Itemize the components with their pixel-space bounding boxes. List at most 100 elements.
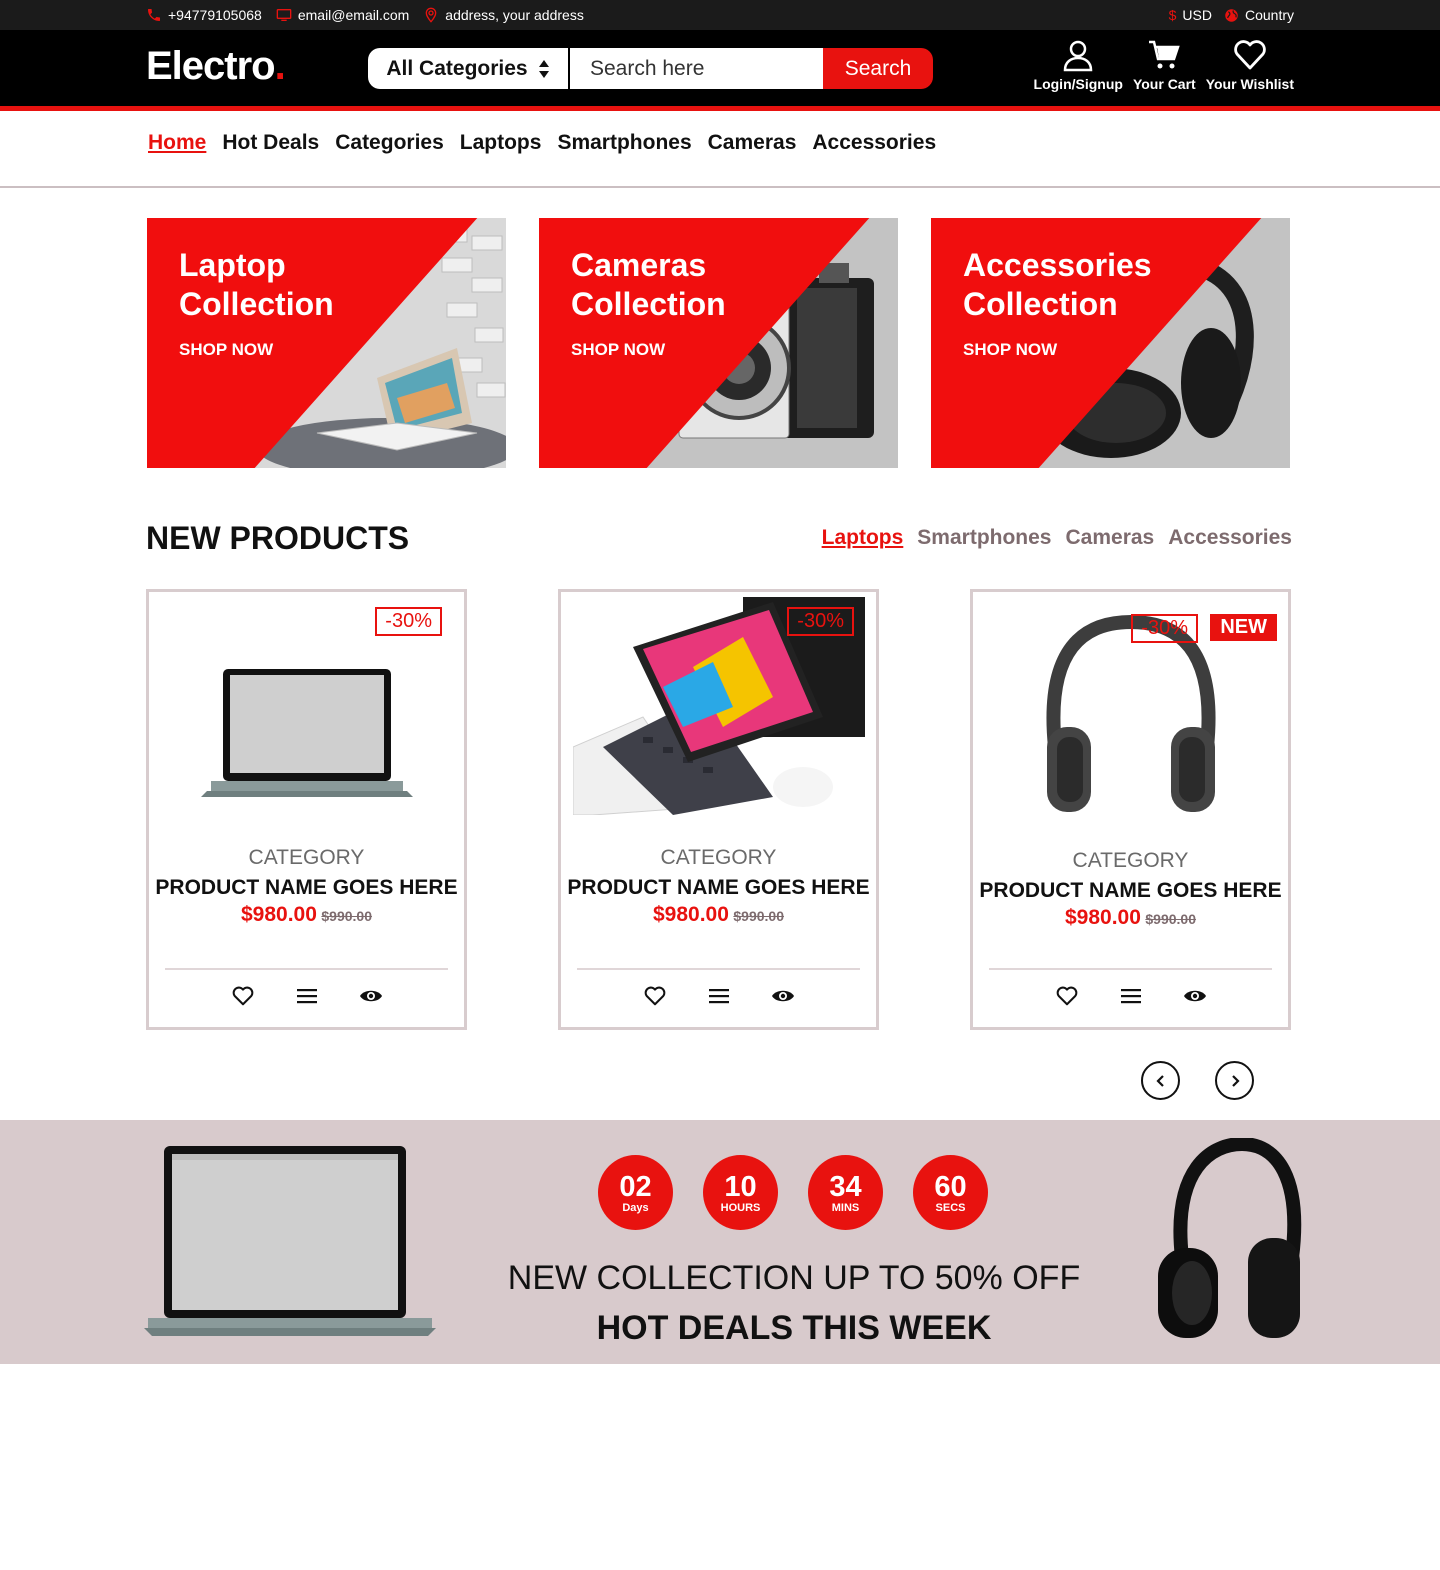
email-text: email@email.com <box>297 7 410 23</box>
header-accent-line <box>0 106 1440 111</box>
wishlist-button[interactable]: Your Wishlist <box>1206 38 1294 92</box>
product-card[interactable]: -30% CATEGORY PRODUCT NAME GOES HERE $98… <box>558 589 879 1030</box>
current-price: $980.00 <box>1065 906 1141 929</box>
header: Electro. All Categories Search Login/Sig… <box>0 30 1440 106</box>
discount-badge: -30% <box>375 607 442 636</box>
shop-now-link[interactable]: SHOP NOW <box>179 340 273 360</box>
product-card[interactable]: -30% NEW CATEGORY PRODUCT NAME GOES HERE… <box>970 589 1291 1030</box>
product-name[interactable]: PRODUCT NAME GOES HERE <box>149 876 464 900</box>
phone-text: +94779105068 <box>168 7 262 23</box>
main-nav: Home Hot Deals Categories Laptops Smartp… <box>148 131 936 155</box>
countdown-secs: 60 SECS <box>913 1155 988 1230</box>
countdown-unit: SECS <box>935 1201 966 1214</box>
header-actions: Login/Signup Your Cart Your Wishlist <box>1034 38 1294 92</box>
phone-info[interactable]: +94779105068 <box>146 7 262 23</box>
banner-title: Accessories Collection <box>963 246 1152 324</box>
old-price: $990.00 <box>733 908 784 924</box>
prev-button[interactable] <box>1141 1061 1180 1100</box>
countdown-value: 34 <box>829 1170 862 1203</box>
discount-badge: -30% <box>787 607 854 636</box>
banner-title-line1: Accessories <box>963 247 1152 283</box>
nav-cameras[interactable]: Cameras <box>708 131 797 155</box>
product-name[interactable]: PRODUCT NAME GOES HERE <box>561 876 876 900</box>
nav-accessories[interactable]: Accessories <box>812 131 936 155</box>
compare-icon[interactable] <box>707 984 731 1008</box>
shop-now-link[interactable]: SHOP NOW <box>963 340 1057 360</box>
banner-cameras-collection[interactable]: Cameras Collection SHOP NOW <box>539 218 898 468</box>
search-button[interactable]: Search <box>823 48 933 89</box>
top-bar: +94779105068 email@email.com address, yo… <box>0 0 1440 30</box>
heart-icon[interactable] <box>231 984 255 1008</box>
shop-now-link[interactable]: SHOP NOW <box>571 340 665 360</box>
card-actions <box>973 984 1288 1008</box>
search-bar: All Categories Search <box>368 48 933 89</box>
tab-laptops[interactable]: Laptops <box>822 526 904 550</box>
countdown-unit: Days <box>622 1201 649 1214</box>
globe-icon <box>1225 8 1238 22</box>
nav-categories[interactable]: Categories <box>335 131 444 155</box>
current-price: $980.00 <box>653 903 729 926</box>
tab-cameras[interactable]: Cameras <box>1066 526 1155 550</box>
countdown-hours: 10 HOURS <box>703 1155 778 1230</box>
login-button[interactable]: Login/Signup <box>1034 38 1123 92</box>
chevron-left-icon <box>1155 1074 1164 1087</box>
heart-icon[interactable] <box>643 984 667 1008</box>
headphones-image <box>1158 1138 1302 1338</box>
countdown-value: 02 <box>619 1170 652 1203</box>
banner-title-line2: Collection <box>963 286 1118 322</box>
address-info[interactable]: address, your address <box>423 7 584 23</box>
cart-button[interactable]: Your Cart <box>1133 38 1196 92</box>
product-category: CATEGORY <box>1072 849 1189 872</box>
tab-accessories[interactable]: Accessories <box>1168 526 1292 550</box>
countdown-unit: HOURS <box>720 1201 761 1214</box>
product-category: CATEGORY <box>660 846 777 869</box>
user-icon <box>1063 40 1093 72</box>
eye-icon[interactable] <box>771 984 795 1008</box>
product-card[interactable]: -30% CATEGORY PRODUCT NAME GOES HERE $98… <box>146 589 467 1030</box>
search-input[interactable] <box>570 48 823 89</box>
nav-home[interactable]: Home <box>148 131 206 155</box>
nav-hot-deals[interactable]: Hot Deals <box>222 131 319 155</box>
card-actions <box>149 984 464 1008</box>
product-name[interactable]: PRODUCT NAME GOES HERE <box>973 879 1288 903</box>
card-divider <box>165 968 448 970</box>
banner-accessories-collection[interactable]: Accessories Collection SHOP NOW <box>931 218 1290 468</box>
cart-icon <box>1149 40 1181 69</box>
banner-title-line2: Collection <box>571 286 726 322</box>
countdown-mins: 34 MINS <box>808 1155 883 1230</box>
card-divider <box>989 968 1272 970</box>
category-select-label: All Categories <box>386 56 528 80</box>
product-tabs: Laptops Smartphones Cameras Accessories <box>822 526 1292 550</box>
logo-text: Electro <box>146 44 276 88</box>
next-button[interactable] <box>1215 1061 1254 1100</box>
countdown-value: 10 <box>724 1170 757 1203</box>
eye-icon[interactable] <box>1183 984 1207 1008</box>
compare-icon[interactable] <box>295 984 319 1008</box>
email-info[interactable]: email@email.com <box>276 7 409 23</box>
product-price: $980.00 $990.00 <box>973 906 1288 930</box>
banner-laptop-collection[interactable]: Laptop Collection SHOP NOW <box>147 218 506 468</box>
banner-title: Laptop Collection <box>179 246 334 324</box>
product-category: CATEGORY <box>248 846 365 869</box>
hot-deals-section: 02 Days 10 HOURS 34 MINS 60 SECS NEW COLLECT… <box>0 1120 1440 1364</box>
banner-title-line2: Collection <box>179 286 334 322</box>
logo[interactable]: Electro. <box>146 44 286 89</box>
tab-smartphones[interactable]: Smartphones <box>917 526 1051 550</box>
card-divider <box>577 968 860 970</box>
nav-smartphones[interactable]: Smartphones <box>557 131 691 155</box>
banner-title: Cameras Collection <box>571 246 726 324</box>
country-selector[interactable]: Country <box>1224 7 1294 23</box>
heart-icon[interactable] <box>1055 984 1079 1008</box>
product-price: $980.00 $990.00 <box>149 903 464 927</box>
compare-icon[interactable] <box>1119 984 1143 1008</box>
eye-icon[interactable] <box>359 984 383 1008</box>
heart-icon <box>1234 40 1266 70</box>
currency-selector[interactable]: $ USD <box>1169 7 1212 23</box>
countdown-unit: MINS <box>831 1201 860 1214</box>
category-select[interactable]: All Categories <box>368 48 570 89</box>
nav-laptops[interactable]: Laptops <box>460 131 542 155</box>
countdown-timer: 02 Days 10 HOURS 34 MINS 60 SECS <box>598 1155 988 1230</box>
cart-label: Your Cart <box>1132 76 1196 92</box>
login-label: Login/Signup <box>1033 76 1123 92</box>
product-price: $980.00 $990.00 <box>561 903 876 927</box>
